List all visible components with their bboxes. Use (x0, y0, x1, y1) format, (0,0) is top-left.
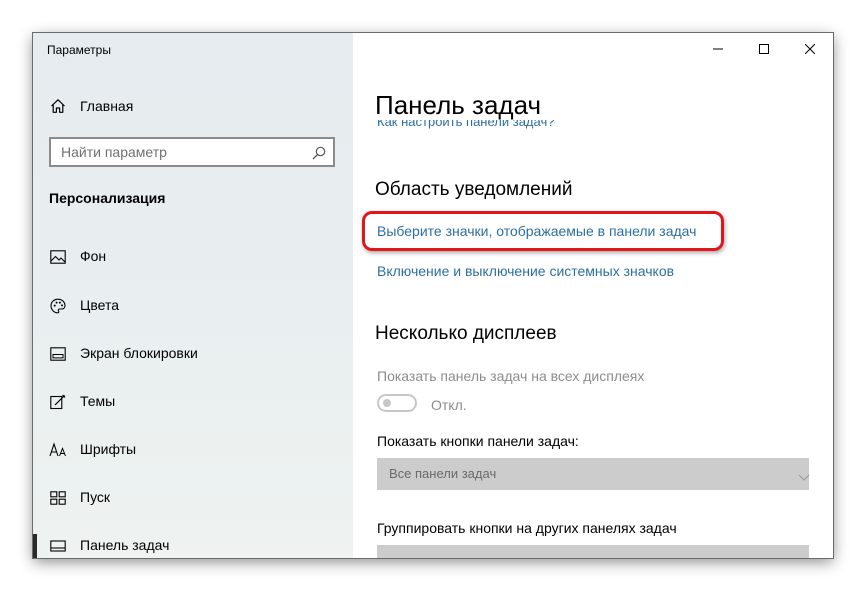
image-icon (49, 248, 67, 266)
select-taskbar-icons-link[interactable]: Выберите значки, отображаемые в панели з… (377, 223, 696, 239)
main-content: Панель задач Как настроить панели задач?… (353, 33, 833, 558)
sidebar-item-label: Пуск (80, 489, 111, 505)
show-taskbar-all-displays-toggle[interactable] (377, 394, 417, 412)
sidebar-item-label: Панель задач (80, 537, 170, 553)
toggle-knob (383, 399, 391, 407)
combine-buttons-dropdown[interactable] (377, 545, 809, 558)
show-buttons-value: Все панели задач (389, 466, 497, 481)
settings-window: Параметры Главная Найти параметр Персона… (33, 33, 833, 558)
notification-area-heading: Область уведомлений (375, 179, 573, 200)
maximize-button[interactable] (741, 33, 787, 65)
window-controls (695, 33, 833, 65)
close-button[interactable] (787, 33, 833, 65)
minimize-icon (713, 48, 723, 50)
sidebar-item-fonts[interactable]: Шрифты (33, 432, 353, 468)
fonts-icon (49, 441, 67, 459)
help-link-text: Как настроить панели задач? (377, 120, 555, 129)
sidebar-item-colors[interactable]: Цвета (33, 288, 353, 324)
close-icon (805, 44, 815, 54)
sidebar-item-background[interactable]: Фон (33, 239, 353, 275)
search-icon[interactable] (311, 145, 327, 161)
sidebar-item-taskbar[interactable]: Панель задач (33, 528, 353, 558)
chevron-down-icon (798, 469, 810, 481)
sidebar-item-label: Экран блокировки (80, 345, 198, 361)
taskbar-icon (49, 537, 67, 555)
page-title: Панель задач (375, 90, 542, 120)
section-title: Персонализация (49, 190, 166, 206)
themes-icon (49, 393, 67, 411)
sidebar-item-label: Цвета (80, 297, 119, 313)
combine-buttons-label: Группировать кнопки на других панелях за… (377, 520, 677, 536)
search-placeholder: Найти параметр (61, 144, 167, 160)
show-buttons-dropdown[interactable]: Все панели задач (377, 458, 810, 490)
sidebar-item-label: Главная (80, 98, 134, 114)
sidebar-item-home[interactable]: Главная (33, 92, 353, 120)
search-field[interactable]: Найти параметр (49, 137, 335, 167)
sidebar-item-label: Фон (80, 248, 107, 264)
start-icon (49, 489, 67, 507)
lock-screen-icon (49, 345, 67, 363)
minimize-button[interactable] (695, 33, 741, 65)
multiple-displays-heading: Несколько дисплеев (375, 323, 557, 344)
toggle-state-label: Откл. (431, 397, 467, 413)
help-link[interactable]: Как настроить панели задач? (377, 120, 554, 130)
maximize-icon (759, 44, 769, 54)
sidebar-item-label: Шрифты (80, 441, 137, 457)
home-icon (49, 97, 67, 115)
sidebar-item-label: Темы (80, 393, 116, 409)
show-buttons-label: Показать кнопки панели задач: (377, 433, 579, 449)
sidebar-item-lock-screen[interactable]: Экран блокировки (33, 336, 353, 372)
sidebar-item-themes[interactable]: Темы (33, 384, 353, 420)
show-taskbar-all-displays-label: Показать панель задач на всех дисплеях (377, 368, 645, 384)
window-title: Параметры (47, 43, 111, 57)
system-icons-toggle-link[interactable]: Включение и выключение системных значков (377, 263, 674, 279)
sidebar: Параметры Главная Найти параметр Персона… (33, 33, 353, 558)
palette-icon (49, 297, 67, 315)
sidebar-item-start[interactable]: Пуск (33, 480, 353, 516)
